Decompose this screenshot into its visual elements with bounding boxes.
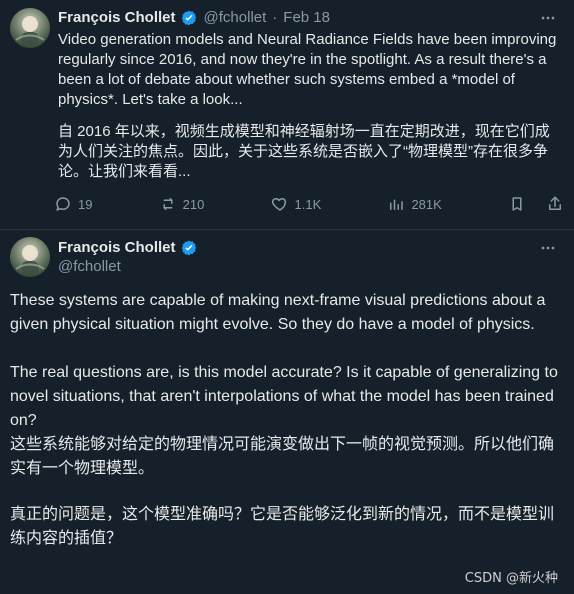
tweet-1-header: François Chollet @fchollet · Feb 18 xyxy=(58,8,330,28)
tweet-thread: François Chollet @fchollet · Feb 18 Vide xyxy=(0,0,574,594)
tweet-paragraph-zh-1: 这些系统能够对给定的物理情况可能演变做出下一帧的视觉预测。所以他们确实有一个物理… xyxy=(10,436,555,477)
tweet-paragraph-en-2: The real questions are, is this model ac… xyxy=(10,364,558,429)
repost-icon xyxy=(159,195,177,213)
watermark: CSDN @新火种 xyxy=(464,571,558,586)
avatar-image xyxy=(10,237,50,277)
verified-badge-icon xyxy=(180,239,198,257)
author-name[interactable]: François Chollet xyxy=(58,239,198,257)
tweet-text-zh: 自 2016 年以来，视频生成模型和神经辐射场一直在定期改进，现在它们成为人们关… xyxy=(58,123,550,180)
timestamp[interactable]: Feb 18 xyxy=(283,8,330,28)
separator-dot: · xyxy=(272,9,278,26)
repost-button[interactable]: 210 xyxy=(159,195,205,213)
tweet-paragraph-en-1: These systems are capable of making next… xyxy=(10,292,546,333)
views-chart-icon xyxy=(387,195,405,213)
tweet-2-body: These systems are capable of making next… xyxy=(10,289,566,551)
like-count: 1.1K xyxy=(294,196,322,212)
bookmark-icon xyxy=(508,195,526,213)
like-button[interactable]: 1.1K xyxy=(271,195,322,213)
more-horizontal-icon[interactable] xyxy=(536,6,560,30)
reply-count: 19 xyxy=(78,196,93,212)
heart-icon xyxy=(271,195,289,213)
share-upload-icon xyxy=(546,195,564,213)
bookmark-button[interactable] xyxy=(508,195,526,213)
reply-icon xyxy=(54,195,72,213)
more-horizontal-icon[interactable] xyxy=(536,236,560,260)
views-button[interactable]: 281K xyxy=(387,195,442,213)
avatar[interactable] xyxy=(10,237,50,277)
reply-button[interactable]: 19 xyxy=(54,195,92,213)
author-name-text: François Chollet xyxy=(58,239,176,256)
share-button[interactable] xyxy=(546,195,564,213)
handle[interactable]: @fchollet xyxy=(204,8,267,28)
tweet-1[interactable]: François Chollet @fchollet · Feb 18 Vide xyxy=(0,0,574,229)
verified-badge-icon xyxy=(180,9,198,27)
tweet-paragraph-zh-2: 真正的问题是，这个模型准确吗？它是否能够泛化到新的情况，而不是模型训练内容的插值… xyxy=(10,506,555,547)
avatar-image xyxy=(10,8,50,48)
repost-count: 210 xyxy=(182,196,205,212)
tweet-1-body: Video generation models and Neural Radia… xyxy=(58,30,558,182)
tweet-actions-right xyxy=(508,195,564,213)
tweet-2[interactable]: François Chollet @fchollet These systems… xyxy=(0,230,574,594)
views-count: 281K xyxy=(411,196,442,212)
author-name[interactable]: François Chollet xyxy=(58,8,198,28)
author-name-text: François Chollet xyxy=(58,9,176,26)
avatar[interactable] xyxy=(10,8,50,48)
tweet-actions: 19 210 1.1K 281K xyxy=(54,194,564,214)
tweet-text-en: Video generation models and Neural Radia… xyxy=(58,31,557,108)
handle[interactable]: @fchollet xyxy=(58,258,121,276)
